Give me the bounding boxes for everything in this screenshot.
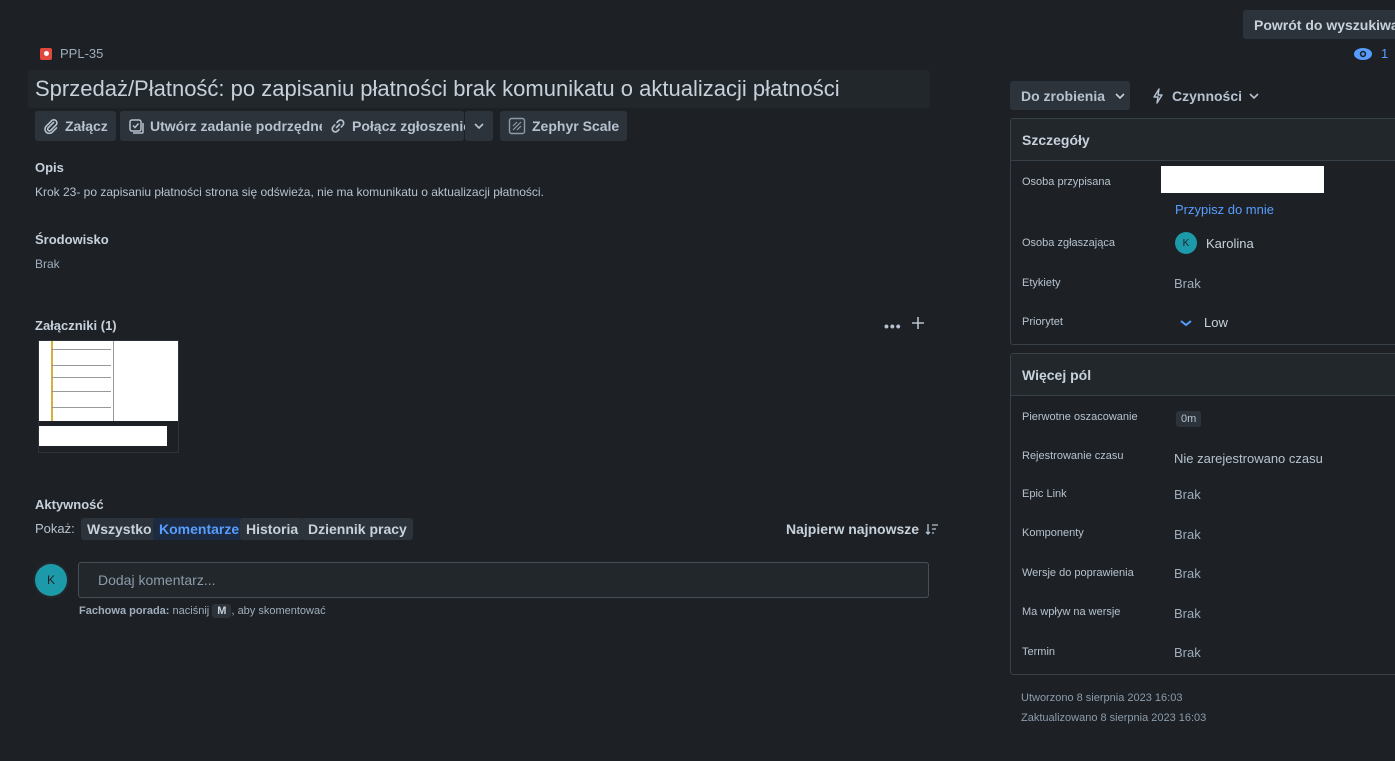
- tab-worklog[interactable]: Dziennik pracy: [302, 518, 413, 540]
- create-subtask-label: Utwórz zadanie podrzędne: [150, 118, 327, 134]
- components-value[interactable]: Brak: [1174, 527, 1201, 542]
- assignee-label: Osoba przypisana: [1022, 176, 1111, 188]
- assign-to-me-link[interactable]: Przypisz do mnie: [1175, 202, 1274, 217]
- components-label: Komponenty: [1022, 527, 1084, 539]
- reporter-avatar[interactable]: K: [1175, 232, 1197, 254]
- link-issue-button[interactable]: Połącz zgłoszenie: [322, 111, 471, 141]
- priority-value: Low: [1204, 315, 1228, 330]
- actions-label: Czynności: [1172, 88, 1243, 104]
- original-estimate-label: Pierwotne oszacowanie: [1022, 411, 1138, 423]
- priority-field[interactable]: Low: [1180, 315, 1228, 330]
- time-tracking-label: Rejestrowanie czasu: [1022, 450, 1124, 462]
- sort-button[interactable]: Najpierw najnowsze: [786, 521, 939, 537]
- fix-versions-label: Wersje do poprawienia: [1022, 567, 1134, 579]
- link-icon: [331, 119, 345, 133]
- attachments-heading: Załączniki (1): [35, 318, 117, 333]
- tab-all[interactable]: Wszystko: [81, 518, 158, 540]
- zephyr-icon: [508, 117, 526, 135]
- paperclip-icon: [44, 119, 58, 134]
- assignee-field[interactable]: [1161, 166, 1324, 193]
- tip-key: M: [212, 604, 232, 618]
- thumbnail-line: [51, 365, 111, 366]
- affects-versions-label: Ma wpływ na wersje: [1022, 606, 1121, 618]
- thumbnail-bar: [51, 341, 53, 421]
- original-estimate-value[interactable]: 0m: [1176, 409, 1202, 427]
- tab-comments[interactable]: Komentarze: [153, 518, 246, 540]
- comment-input[interactable]: Dodaj komentarz...: [78, 562, 929, 598]
- labels-label: Etykiety: [1022, 277, 1061, 289]
- actions-dropdown[interactable]: Czynności: [1151, 88, 1259, 104]
- attachment-thumbnail[interactable]: [38, 340, 179, 453]
- sort-label: Najpierw najnowsze: [786, 521, 920, 537]
- status-label: Do zrobienia: [1021, 87, 1106, 104]
- chevron-down-icon: [1115, 92, 1125, 99]
- issue-key[interactable]: PPL-35: [40, 46, 103, 61]
- more-fields-panel: Więcej pól: [1010, 353, 1395, 675]
- status-dropdown[interactable]: Do zrobienia: [1010, 81, 1130, 110]
- tip-after: , aby skomentować: [231, 605, 326, 617]
- environment-value[interactable]: Brak: [35, 257, 60, 271]
- more-icon: •••: [884, 318, 902, 334]
- attach-label: Załącz: [65, 118, 108, 134]
- thumbnail-line: [51, 349, 111, 350]
- thumbnail-line: [51, 391, 111, 392]
- zephyr-scale-label: Zephyr Scale: [532, 118, 620, 134]
- tip-before: naciśnij: [172, 605, 210, 617]
- activity-show-label: Pokaż:: [35, 521, 75, 536]
- current-user-initial: K: [46, 573, 55, 587]
- created-date: Utworzono 8 sierpnia 2023 16:03: [1021, 692, 1183, 704]
- back-to-search-button[interactable]: Powrót do wyszukiwania: [1243, 10, 1395, 39]
- details-panel: Szczegóły: [1010, 118, 1395, 345]
- labels-value[interactable]: Brak: [1174, 276, 1201, 291]
- activity-heading: Aktywność: [35, 497, 104, 512]
- reporter-label: Osoba zgłaszająca: [1022, 237, 1115, 249]
- priority-label: Priorytet: [1022, 316, 1063, 328]
- time-tracking-value[interactable]: Nie zarejestrowano czasu: [1174, 451, 1323, 466]
- tab-history[interactable]: Historia: [240, 518, 305, 540]
- lightning-icon: [1153, 88, 1163, 104]
- affects-versions-value[interactable]: Brak: [1174, 606, 1201, 621]
- thumbnail-line: [51, 377, 111, 378]
- more-fields-heading[interactable]: Więcej pól: [1011, 354, 1395, 396]
- subtask-icon: [129, 119, 144, 134]
- details-heading[interactable]: Szczegóły: [1011, 119, 1395, 161]
- thumbnail-divider: [113, 341, 114, 421]
- epic-link-value[interactable]: Brak: [1174, 487, 1201, 502]
- link-issue-label: Połącz zgłoszenie: [352, 118, 472, 134]
- link-issue-dropdown[interactable]: [465, 111, 493, 141]
- bug-icon: [40, 47, 52, 60]
- attach-button[interactable]: Załącz: [35, 111, 116, 141]
- plus-icon: [912, 317, 924, 329]
- issue-title[interactable]: Sprzedaż/Płatność: po zapisaniu płatnośc…: [28, 70, 930, 108]
- due-date-value[interactable]: Brak: [1174, 645, 1201, 660]
- attachments-more-button[interactable]: •••: [884, 318, 902, 334]
- issue-key-label: PPL-35: [60, 46, 104, 61]
- description-heading: Opis: [35, 160, 64, 175]
- chevron-down-icon: [1249, 93, 1259, 99]
- add-attachment-button[interactable]: [911, 316, 925, 333]
- environment-heading: Środowisko: [35, 232, 109, 247]
- eye-icon: [1354, 47, 1372, 60]
- description-text[interactable]: Krok 23- po zapisaniu płatności strona s…: [35, 185, 544, 199]
- reporter-name[interactable]: Karolina: [1206, 236, 1254, 251]
- create-subtask-button[interactable]: Utwórz zadanie podrzędne: [120, 111, 335, 141]
- tip-bold: Fachowa porada:: [79, 605, 170, 617]
- epic-link-label: Epic Link: [1022, 488, 1067, 500]
- reporter-initial: K: [1182, 237, 1190, 249]
- current-user-avatar[interactable]: K: [35, 564, 67, 596]
- watchers-button[interactable]: 1: [1353, 46, 1388, 61]
- due-date-label: Termin: [1022, 646, 1056, 658]
- sort-icon: [925, 524, 939, 535]
- original-estimate-chip: 0m: [1176, 411, 1202, 427]
- thumbnail-caption: [39, 426, 167, 446]
- chevron-down-icon: [474, 123, 484, 129]
- comment-tip: Fachowa porada: naciśnij M, aby skomento…: [79, 604, 326, 618]
- thumbnail-line: [51, 407, 111, 408]
- zephyr-scale-button[interactable]: Zephyr Scale: [500, 111, 628, 141]
- priority-low-icon: [1180, 319, 1192, 326]
- fix-versions-value[interactable]: Brak: [1174, 566, 1201, 581]
- updated-date: Zaktualizowano 8 sierpnia 2023 16:03: [1021, 712, 1207, 724]
- watchers-count: 1: [1381, 46, 1389, 61]
